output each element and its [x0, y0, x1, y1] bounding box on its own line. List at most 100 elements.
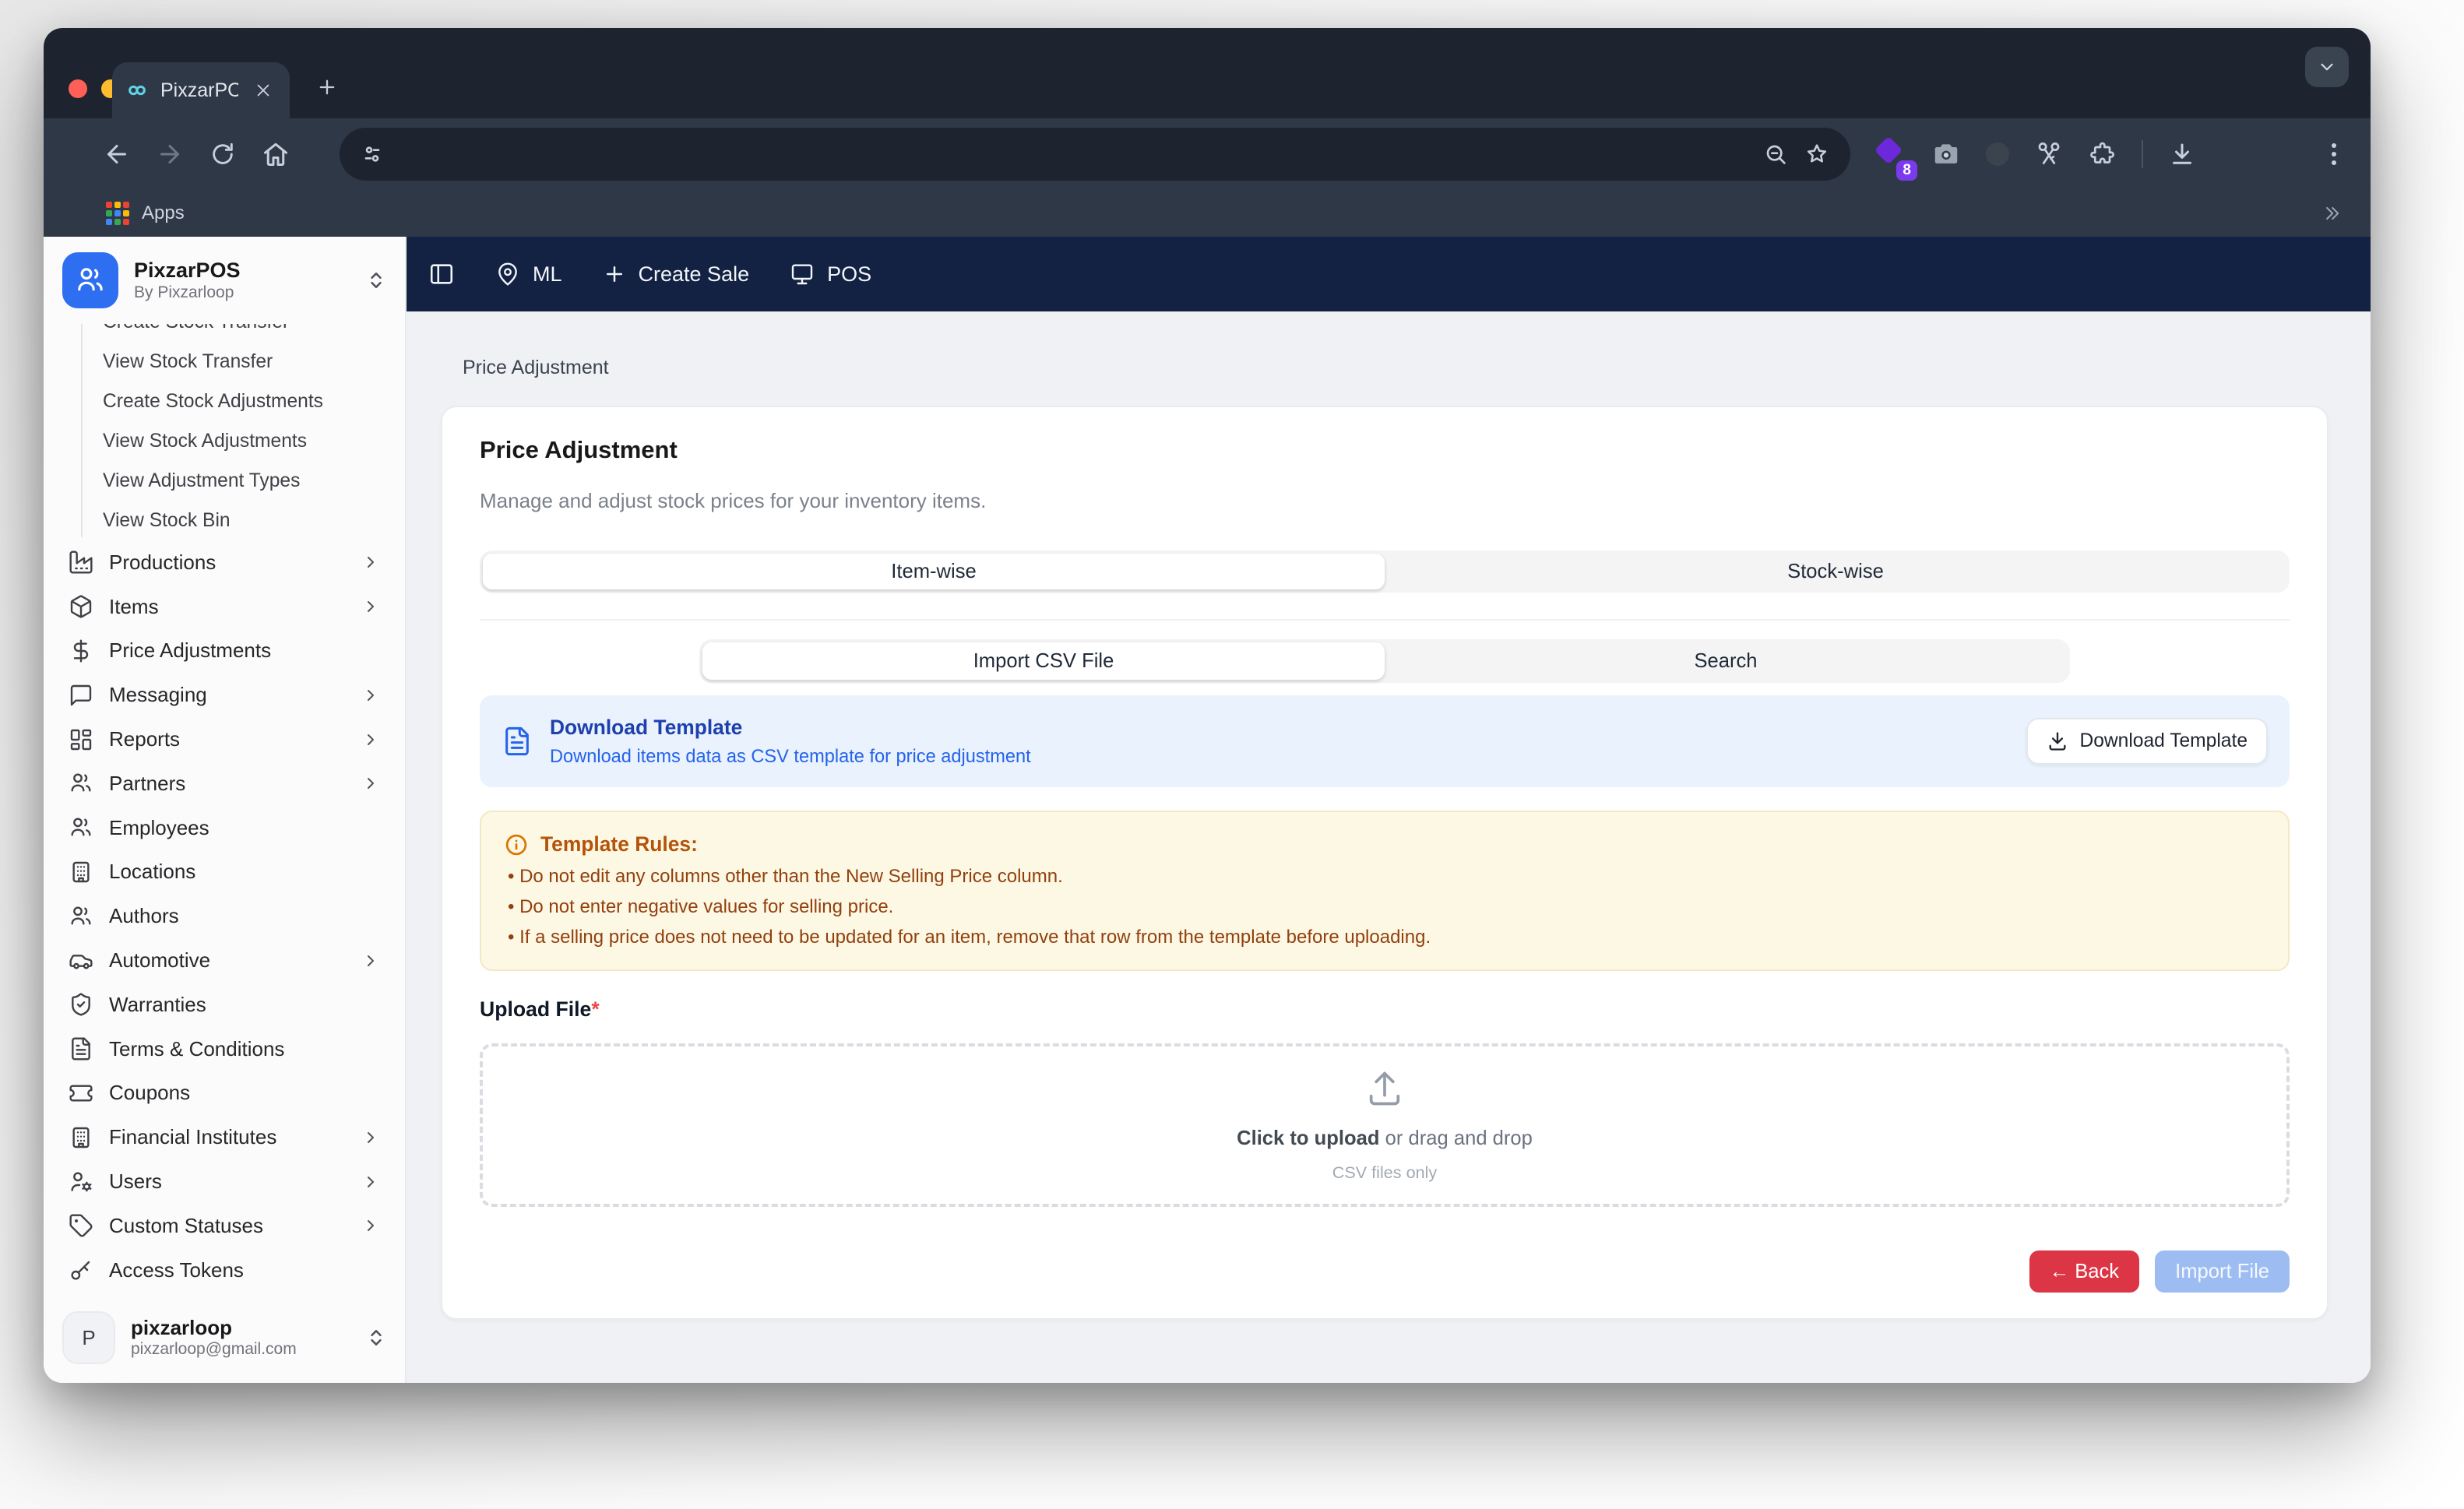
sidebar-item-coupons[interactable]: Coupons: [56, 1071, 392, 1116]
pos-button[interactable]: POS: [790, 262, 871, 287]
template-rules-title: Template Rules:: [540, 832, 698, 856]
sidebar-item-automotive[interactable]: Automotive: [56, 938, 392, 983]
chevron-right-icon: [361, 553, 380, 572]
sidebar-item-access-tokens[interactable]: Access Tokens: [56, 1248, 392, 1293]
download-template-title: Download Template: [550, 716, 743, 739]
sidebar-item-productions[interactable]: Productions: [56, 540, 392, 585]
sidebar-item-users[interactable]: Users: [56, 1159, 392, 1204]
avatar: P: [62, 1311, 115, 1364]
sidebar-toggle-icon[interactable]: [428, 261, 455, 287]
forward-icon[interactable]: [143, 128, 196, 181]
tab-import-csv[interactable]: Import CSV File: [702, 642, 1385, 680]
sidebar-item-view-adjustment-types[interactable]: View Adjustment Types: [56, 461, 392, 501]
chevron-right-icon: [361, 686, 380, 705]
users-icon: [69, 771, 93, 796]
tab-close-icon[interactable]: [251, 78, 276, 103]
close-window-button[interactable]: [69, 79, 87, 98]
chevron-right-icon: [361, 774, 380, 793]
breadcrumb: Price Adjustment: [463, 357, 609, 378]
create-sale-button[interactable]: Create Sale: [603, 262, 749, 287]
tab-search-button[interactable]: [2305, 47, 2349, 87]
users-icon: [69, 815, 93, 840]
method-tabs: Import CSV File Search: [699, 639, 2070, 683]
import-file-button[interactable]: Import File: [2155, 1250, 2290, 1293]
tag-icon: [69, 1213, 93, 1238]
tune-icon[interactable]: [360, 142, 385, 167]
puzzle-extensions-icon[interactable]: [2089, 140, 2117, 168]
mode-tabs: Item-wise Stock-wise: [480, 550, 2290, 593]
back-button[interactable]: ← Back: [2029, 1250, 2140, 1293]
camera-extension-icon[interactable]: [1931, 139, 1961, 169]
extensions-area: 8: [1874, 135, 2343, 181]
org-byline: By Pixzarloop: [134, 283, 234, 301]
sidebar-item-locations[interactable]: Locations: [56, 850, 392, 895]
dashboard-icon: [69, 727, 93, 752]
sidebar-item-employees[interactable]: Employees: [56, 806, 392, 850]
sidebar-item-authors[interactable]: Authors: [56, 894, 392, 938]
chevron-right-icon: [361, 1128, 380, 1147]
disabled-extension-icon[interactable]: [1986, 142, 2009, 166]
sidebar-item-messaging[interactable]: Messaging: [56, 673, 392, 717]
chevron-right-icon: [361, 951, 380, 970]
sidebar-item-reports[interactable]: Reports: [56, 717, 392, 762]
home-icon[interactable]: [249, 128, 302, 181]
form-actions: ← Back Import File: [480, 1250, 2290, 1293]
chevrons-up-down-icon: [366, 270, 386, 290]
back-icon[interactable]: [90, 128, 143, 181]
chevron-right-icon: [361, 597, 380, 616]
pixzarpos-app: PixzarPOS By Pixzarloop Create Stock Tra…: [44, 237, 2371, 1383]
apps-grid-icon: [106, 202, 129, 225]
browser-menu-icon[interactable]: [2325, 137, 2343, 171]
bookmark-star-icon[interactable]: [1804, 141, 1830, 167]
tab-stock-wise[interactable]: Stock-wise: [1385, 554, 2286, 589]
key-icon: [69, 1258, 93, 1282]
sidebar-item-terms-conditions[interactable]: Terms & Conditions: [56, 1027, 392, 1071]
purple-extension-icon[interactable]: 8: [1874, 135, 1917, 181]
new-tab-button[interactable]: [308, 69, 346, 106]
sidebar-item-financial-institutes[interactable]: Financial Institutes: [56, 1115, 392, 1159]
bookmarks-apps-label[interactable]: Apps: [142, 202, 185, 224]
divider: [480, 619, 2290, 621]
user-menu[interactable]: P pixzarloop pixzarloop@gmail.com: [44, 1293, 405, 1383]
chevron-right-icon: [361, 1216, 380, 1235]
download-template-subtitle: Download items data as CSV template for …: [550, 747, 1031, 767]
page-title: Price Adjustment: [480, 436, 678, 463]
zoom-out-icon[interactable]: [1763, 142, 1788, 167]
download-template-button[interactable]: Download Template: [2026, 718, 2268, 765]
dropzone-hint: CSV files only: [1332, 1162, 1438, 1182]
shield-check-icon: [69, 992, 93, 1017]
sidebar-item-create-stock-adjustments[interactable]: Create Stock Adjustments: [56, 382, 392, 421]
reload-icon[interactable]: [196, 128, 249, 181]
user-email: pixzarloop@gmail.com: [131, 1340, 297, 1358]
org-switcher[interactable]: PixzarPOS By Pixzarloop: [44, 237, 405, 324]
tab-item-wise[interactable]: Item-wise: [483, 554, 1385, 589]
tab-search[interactable]: Search: [1385, 642, 2067, 680]
bookmarks-overflow-icon[interactable]: [2321, 202, 2343, 224]
map-pin-icon: [495, 262, 520, 287]
sidebar-item-view-stock-bin[interactable]: View Stock Bin: [56, 501, 392, 540]
file-text-icon: [502, 726, 533, 757]
sidebar-item-view-stock-transfer[interactable]: View Stock Transfer: [56, 342, 392, 382]
price-adjustment-card: Price Adjustment Manage and adjust stock…: [441, 406, 2328, 1320]
desktop: PixzarPOS: [0, 0, 2464, 1509]
sidebar-item-warranties[interactable]: Warranties: [56, 983, 392, 1027]
package-icon: [69, 594, 93, 619]
file-text-icon: [69, 1036, 93, 1061]
car-icon: [69, 948, 93, 973]
template-rules-notice: Template Rules: • Do not edit any column…: [480, 811, 2290, 971]
sidebar-item-partners[interactable]: Partners: [56, 762, 392, 806]
org-logo-icon: [62, 252, 118, 308]
location-selector[interactable]: ML: [495, 262, 562, 287]
building-icon: [69, 1125, 93, 1150]
sidebar-item-custom-statuses[interactable]: Custom Statuses: [56, 1204, 392, 1248]
browser-tab[interactable]: PixzarPOS: [112, 62, 290, 118]
address-bar[interactable]: [340, 128, 1850, 181]
sidebar-item-price-adjustments[interactable]: Price Adjustments: [56, 629, 392, 674]
csv-dropzone[interactable]: Click to upload or drag and drop CSV fil…: [480, 1043, 2290, 1207]
password-keys-extension-icon[interactable]: [2034, 139, 2064, 169]
downloads-icon[interactable]: [2168, 140, 2196, 168]
sidebar-item-create-stock-transfer[interactable]: Create Stock Transfer: [56, 324, 392, 342]
sidebar-item-items[interactable]: Items: [56, 585, 392, 629]
app-top-bar: ML Create Sale POS: [407, 237, 2371, 311]
sidebar-item-view-stock-adjustments[interactable]: View Stock Adjustments: [56, 421, 392, 461]
